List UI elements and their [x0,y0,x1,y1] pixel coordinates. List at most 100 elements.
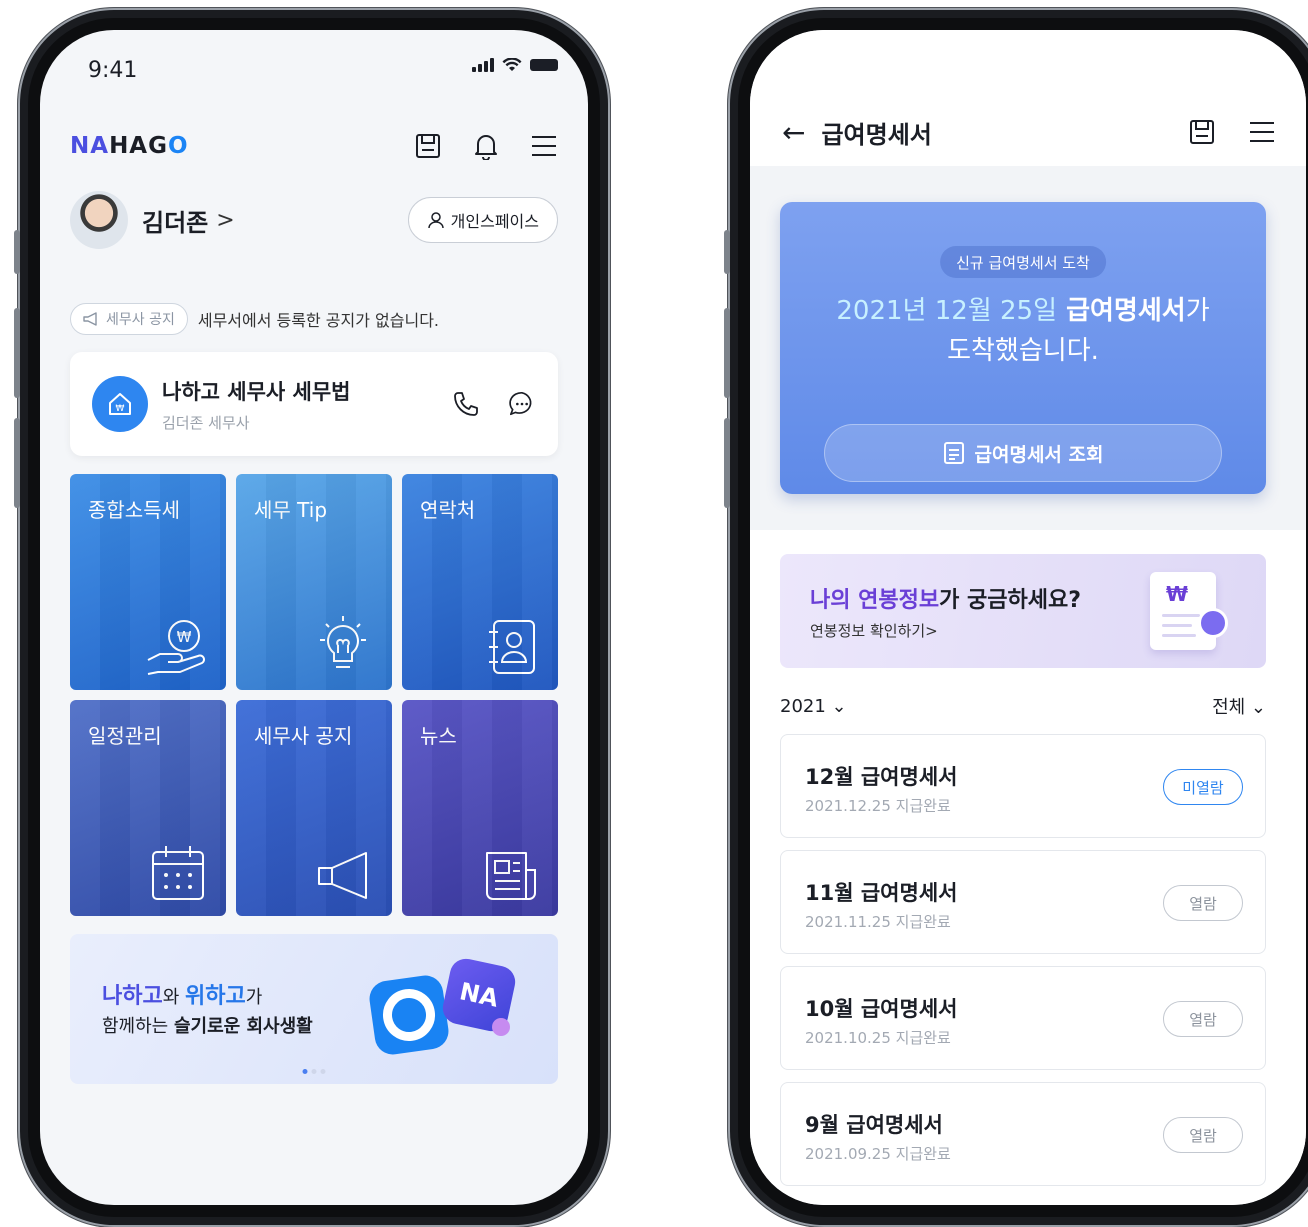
list-item[interactable]: 10월 급여명세서 2021.10.25 지급완료 열람 [780,966,1266,1070]
item-date: 2021.11.25 지급완료 [805,913,951,931]
system-icons [472,58,558,72]
list-item[interactable]: 11월 급여명세서 2021.11.25 지급완료 열람 [780,850,1266,954]
page-title: 급여명세서 [821,120,932,149]
document-icon [943,442,964,464]
status-bar: 9:41 [40,30,588,100]
phone-home: 9:41 NAHAGO 김더존 > 개인스페이스 세무사 공지 세무서에서 등록… [14,8,610,1227]
svg-text:₩: ₩ [177,628,192,646]
tile-news[interactable]: 뉴스 [402,700,558,916]
signal-icon [472,58,494,72]
phone-button [14,308,20,398]
phone-payslip: ← 급여명세서 신규 급여명세서 도착 2021년 12월 25일 급여명세서가… [724,8,1308,1227]
phone-button [724,230,730,274]
phone-button [14,418,20,508]
nahago-logo[interactable]: NAHAGO [70,133,189,159]
salary-question: 나의 연봉정보가 궁금하세요? [810,588,1081,613]
payslip-list: 12월 급여명세서 2021.12.25 지급완료 미열람 11월 급여명세서 … [780,734,1266,1198]
filter-row: 2021 ⌄ 전체 ⌄ [780,690,1266,722]
personal-space-label: 개인스페이스 [450,212,539,231]
scope-select[interactable]: 전체 ⌄ [1212,693,1266,719]
megaphone-icon [318,852,367,899]
phone-call-icon[interactable] [452,390,480,418]
home-header: NAHAGO [70,126,558,166]
header-actions [414,132,558,160]
user-name[interactable]: 김더존 [142,203,208,238]
menu-icon[interactable] [1248,118,1276,146]
battery-icon [530,59,558,71]
item-title: 11월 급여명세서 [805,881,958,905]
avatar[interactable] [70,191,128,249]
megaphone-icon [83,312,97,326]
notice-chip: 세무사 공지 [70,303,188,335]
tile-label: 뉴스 [420,724,457,748]
save-icon[interactable] [414,132,442,160]
newspaper-icon [486,852,536,900]
item-title: 9월 급여명세서 [805,1113,943,1137]
new-payslip-pill: 신규 급여명세서 도착 [940,246,1106,278]
item-title: 10월 급여명세서 [805,997,958,1021]
status-badge: 미열람 [1163,769,1243,805]
shield-icon [1198,608,1228,638]
tile-label: 세무사 공지 [254,724,353,748]
calendar-icon [152,846,204,900]
status-time: 9:41 [88,58,138,83]
salary-document-icon: ₩ [1150,572,1228,650]
menu-icon[interactable] [530,132,558,160]
header-actions [1188,118,1276,146]
item-date: 2021.12.25 지급완료 [805,797,951,815]
status-badge: 열람 [1163,885,1243,921]
list-item[interactable]: 12월 급여명세서 2021.12.25 지급완료 미열람 [780,734,1266,838]
profile-row: 김더존 > 개인스페이스 [70,188,558,252]
tile-label: 종합소득세 [88,498,180,522]
personal-space-button[interactable]: 개인스페이스 [407,197,558,243]
hero-line-1: 2021년 12월 25일 급여명세서가 [836,296,1210,326]
tile-tax-tip[interactable]: 세무 Tip [236,474,392,690]
hero-line-2: 도착했습니다. [947,336,1099,366]
coin-hand-icon: ₩ [147,620,205,675]
tile-schedule[interactable]: 일정관리 [70,700,226,916]
save-icon[interactable] [1188,118,1216,146]
item-date: 2021.10.25 지급완료 [805,1029,951,1047]
decor-dot [492,1018,510,1036]
view-payslip-button[interactable]: 급여명세서 조회 [824,424,1222,482]
wehago-logo-icon [367,973,451,1057]
office-advisor: 김더존 세무사 [162,413,250,432]
notice-text: 세무서에서 등록한 공지가 없습니다. [197,311,440,330]
item-date: 2021.09.25 지급완료 [805,1145,951,1163]
new-payslip-card: 신규 급여명세서 도착 2021년 12월 25일 급여명세서가 도착했습니다.… [780,202,1266,494]
salary-info-banner[interactable]: 나의 연봉정보가 궁금하세요? 연봉정보 확인하기> ₩ [780,554,1266,668]
salary-link[interactable]: 연봉정보 확인하기> [810,620,938,641]
payslip-screen: ← 급여명세서 신규 급여명세서 도착 2021년 12월 25일 급여명세서가… [750,30,1306,1205]
phone-button [724,418,730,508]
menu-tiles: 종합소득세 ₩ 세무 Tip 연락처 일정관리 세무사 공지 뉴스 [70,474,558,916]
notice-row[interactable]: 세무사 공지 세무서에서 등록한 공지가 없습니다. [70,302,558,336]
home-screen: 9:41 NAHAGO 김더존 > 개인스페이스 세무사 공지 세무서에서 등록… [40,30,588,1205]
tile-label: 연락처 [420,498,476,522]
chevron-right-icon[interactable]: > [216,208,234,233]
tile-income-tax[interactable]: 종합소득세 ₩ [70,474,226,690]
lightbulb-icon [320,616,366,668]
status-badge: 열람 [1163,1001,1243,1037]
list-item[interactable]: 9월 급여명세서 2021.09.25 지급완료 열람 [780,1082,1266,1186]
payslip-header: ← 급여명세서 [782,112,1276,152]
office-name: 나하고 세무사 세무법 [162,379,351,404]
office-logo-icon: ₩ [92,376,148,432]
tile-tax-notice[interactable]: 세무사 공지 [236,700,392,916]
wifi-icon [502,58,522,71]
svg-text:₩: ₩ [116,404,125,414]
tile-label: 세무 Tip [254,498,328,522]
bell-icon[interactable] [472,132,500,160]
status-badge: 열람 [1163,1117,1243,1153]
promo-banner[interactable]: 나하고와 위하고가 함께하는 슬기로운 회사생활 NA [70,934,558,1084]
tile-contacts[interactable]: 연락처 [402,474,558,690]
carousel-indicator[interactable] [302,1069,326,1074]
back-arrow-icon[interactable]: ← [782,116,805,149]
banner-line-2: 함께하는 슬기로운 회사생활 [102,1016,313,1037]
tile-label: 일정관리 [88,724,162,748]
phone-button [724,308,730,398]
chat-icon[interactable] [508,390,536,418]
item-title: 12월 급여명세서 [805,765,958,789]
contact-book-icon [489,620,535,674]
tax-office-card[interactable]: ₩ 나하고 세무사 세무법 김더존 세무사 [70,352,558,456]
year-select[interactable]: 2021 ⌄ [780,696,847,717]
